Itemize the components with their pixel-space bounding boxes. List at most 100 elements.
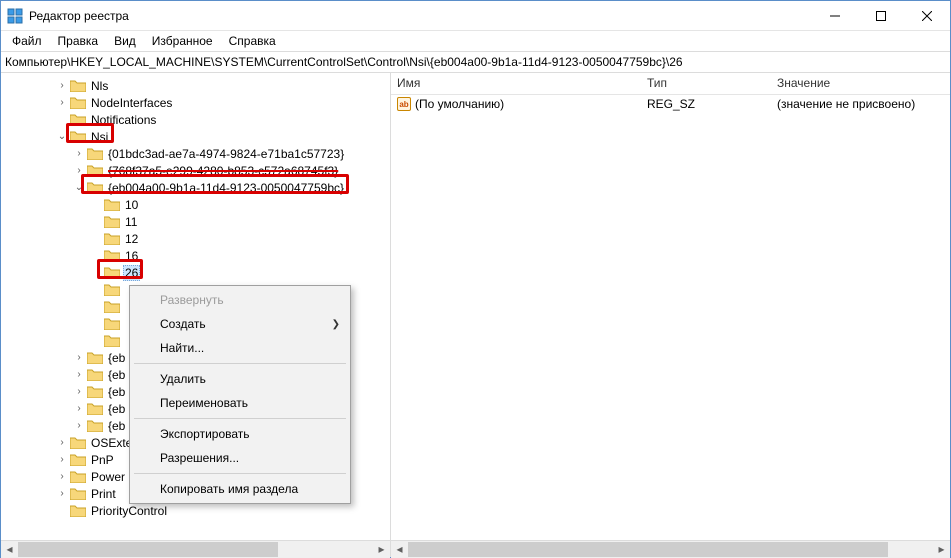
- expand-icon[interactable]: ›: [54, 97, 70, 108]
- expand-icon[interactable]: ›: [71, 420, 87, 431]
- menu-view[interactable]: Вид: [107, 32, 143, 50]
- cell-name: (По умолчанию): [415, 97, 504, 111]
- expand-icon[interactable]: ›: [54, 488, 70, 499]
- ctx-export[interactable]: Экспортировать: [132, 422, 348, 446]
- address-input[interactable]: [5, 55, 946, 69]
- collapse-icon[interactable]: ⌄: [71, 182, 87, 193]
- folder-icon: [70, 470, 86, 483]
- list-header: Имя Тип Значение: [391, 73, 950, 95]
- tree-label: 16: [123, 249, 140, 263]
- context-menu: Развернуть Создать ❯ Найти... Удалить Пер…: [129, 285, 351, 504]
- folder-icon: [104, 215, 120, 228]
- folder-icon: [87, 147, 103, 160]
- expand-icon[interactable]: ›: [54, 437, 70, 448]
- tree-item[interactable]: ›{768f37a5-e299-4280-b853-c572a68745f3}: [1, 162, 390, 179]
- scroll-track[interactable]: [18, 541, 373, 558]
- expand-icon[interactable]: ›: [54, 80, 70, 91]
- tree-label: 26: [123, 265, 140, 281]
- folder-icon: [70, 487, 86, 500]
- ctx-label: Развернуть: [160, 293, 224, 307]
- expand-icon[interactable]: ›: [54, 471, 70, 482]
- collapse-icon[interactable]: ⌄: [54, 131, 70, 142]
- tree-label: Power: [89, 470, 127, 484]
- tree-label: OSExte: [89, 436, 134, 450]
- ctx-rename[interactable]: Переименовать: [132, 391, 348, 415]
- ctx-expand: Развернуть: [132, 288, 348, 312]
- ctx-delete[interactable]: Удалить: [132, 367, 348, 391]
- tree-item[interactable]: ›Nls: [1, 77, 390, 94]
- close-button[interactable]: [904, 1, 950, 30]
- folder-icon: [104, 283, 120, 296]
- col-type[interactable]: Тип: [641, 73, 771, 94]
- window-controls: [812, 1, 950, 30]
- folder-icon: [104, 198, 120, 211]
- expand-icon[interactable]: ›: [54, 454, 70, 465]
- tree-item[interactable]: › NodeInterfaces: [1, 94, 390, 111]
- list-row[interactable]: ab(По умолчанию) REG_SZ (значение не при…: [391, 95, 950, 113]
- scroll-right-icon[interactable]: ▸: [373, 541, 390, 558]
- folder-icon: [87, 181, 103, 194]
- list-view[interactable]: Имя Тип Значение ab(По умолчанию) REG_SZ…: [391, 73, 950, 540]
- tree-label: {eb004a00-9b1a-11d4-9123-0050047759bc}: [106, 181, 346, 195]
- tree-item-nsi[interactable]: ⌄ Nsi: [1, 128, 390, 145]
- tree-item[interactable]: 11: [1, 213, 390, 230]
- submenu-arrow-icon: ❯: [332, 319, 340, 330]
- tree-h-scrollbar[interactable]: ◂ ▸: [1, 540, 391, 557]
- folder-icon: [104, 334, 120, 347]
- folder-icon: [104, 266, 120, 279]
- folder-icon: [104, 249, 120, 262]
- ctx-find[interactable]: Найти...: [132, 336, 348, 360]
- folder-icon: [87, 419, 103, 432]
- tree-item[interactable]: PriorityControl: [1, 502, 390, 519]
- tree-item-guid-open[interactable]: ⌄ {eb004a00-9b1a-11d4-9123-0050047759bc}: [1, 179, 390, 196]
- menu-favorites[interactable]: Избранное: [145, 32, 220, 50]
- ctx-permissions[interactable]: Разрешения...: [132, 446, 348, 470]
- folder-icon: [104, 232, 120, 245]
- menu-file[interactable]: Файл: [5, 32, 49, 50]
- scroll-left-icon[interactable]: ◂: [1, 541, 18, 558]
- minimize-button[interactable]: [812, 1, 858, 30]
- tree-item[interactable]: 16: [1, 247, 390, 264]
- tree-item[interactable]: Notifications: [1, 111, 390, 128]
- ctx-label: Копировать имя раздела: [160, 482, 298, 496]
- tree-view[interactable]: ›Nls ›NodeInterfaces Notifications ⌄Nsi …: [1, 73, 391, 540]
- col-name[interactable]: Имя: [391, 73, 641, 94]
- tree-item[interactable]: 12: [1, 230, 390, 247]
- window: Редактор реестра Файл Правка Вид Избранн…: [0, 0, 951, 558]
- tree-label: 12: [123, 232, 140, 246]
- col-value[interactable]: Значение: [771, 73, 950, 94]
- scroll-thumb[interactable]: [408, 542, 888, 557]
- list-h-scrollbar[interactable]: ◂ ▸: [391, 540, 950, 557]
- expand-icon[interactable]: ›: [71, 165, 87, 176]
- menu-edit[interactable]: Правка: [51, 32, 106, 50]
- tree-item-26[interactable]: 26: [1, 264, 390, 281]
- tree-label: NodeInterfaces: [89, 96, 174, 110]
- expand-icon[interactable]: ›: [71, 148, 87, 159]
- tree-label: 10: [123, 198, 140, 212]
- expand-icon[interactable]: ›: [71, 386, 87, 397]
- folder-icon: [70, 96, 86, 109]
- scroll-right-icon[interactable]: ▸: [933, 541, 950, 558]
- tree-label: Nsi: [89, 130, 110, 144]
- ctx-label: Создать: [160, 317, 206, 331]
- separator: [134, 363, 346, 364]
- ctx-create[interactable]: Создать ❯: [132, 312, 348, 336]
- ctx-copy-key-name[interactable]: Копировать имя раздела: [132, 477, 348, 501]
- menu-help[interactable]: Справка: [222, 32, 283, 50]
- ctx-label: Переименовать: [160, 396, 248, 410]
- tree-item[interactable]: 10: [1, 196, 390, 213]
- folder-icon: [104, 317, 120, 330]
- tree-label: 11: [123, 215, 139, 229]
- scroll-left-icon[interactable]: ◂: [391, 541, 408, 558]
- folder-icon: [70, 130, 86, 143]
- maximize-button[interactable]: [858, 1, 904, 30]
- window-title: Редактор реестра: [29, 9, 812, 23]
- folder-icon: [70, 504, 86, 517]
- scroll-thumb[interactable]: [18, 542, 278, 557]
- scroll-track[interactable]: [408, 541, 933, 558]
- expand-icon[interactable]: ›: [71, 352, 87, 363]
- expand-icon[interactable]: ›: [71, 369, 87, 380]
- menubar: Файл Правка Вид Избранное Справка: [1, 31, 950, 51]
- tree-item[interactable]: ›{01bdc3ad-ae7a-4974-9824-e71ba1c57723}: [1, 145, 390, 162]
- expand-icon[interactable]: ›: [71, 403, 87, 414]
